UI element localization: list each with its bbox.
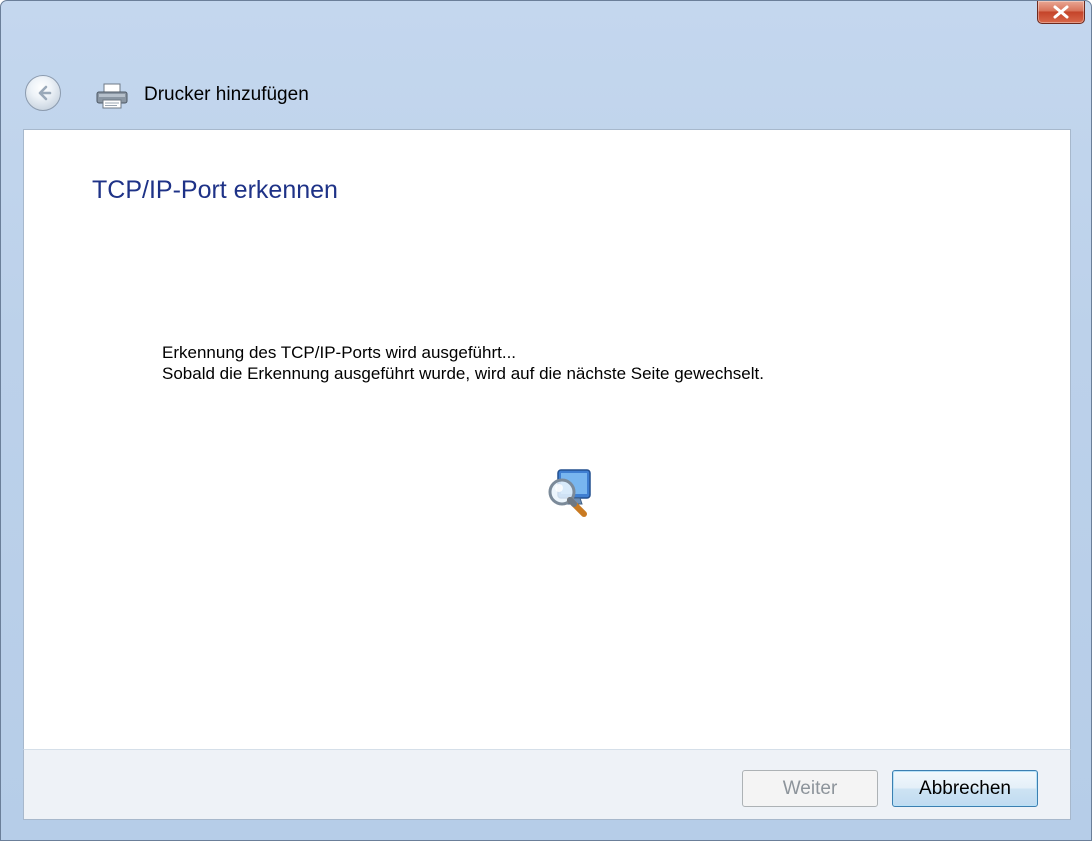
back-arrow-icon: [38, 85, 52, 101]
status-line-1: Erkennung des TCP/IP-Ports wird ausgefüh…: [162, 343, 517, 362]
back-button[interactable]: [25, 75, 61, 111]
nav-row: Drucker hinzufügen: [1, 73, 1091, 117]
window-title: Drucker hinzufügen: [144, 84, 309, 105]
footer-bar: Weiter Abbrechen: [23, 749, 1071, 820]
close-button[interactable]: [1037, 1, 1085, 24]
status-line-2: Sobald die Erkennung ausgeführt wurde, w…: [162, 364, 764, 383]
next-button[interactable]: Weiter: [742, 770, 878, 807]
titlebar[interactable]: [1, 1, 1091, 61]
content-panel: TCP/IP-Port erkennen Erkennung des TCP/I…: [23, 129, 1071, 749]
network-search-icon: [548, 469, 591, 517]
printer-icon: [96, 83, 128, 109]
page-heading: TCP/IP-Port erkennen: [92, 176, 338, 204]
wizard-window: Drucker hinzufügen TCP/IP-Port erkennen …: [0, 0, 1092, 841]
status-text: Erkennung des TCP/IP-Ports wird ausgefüh…: [162, 342, 764, 384]
cancel-button[interactable]: Abbrechen: [892, 770, 1038, 807]
close-icon: [1053, 5, 1069, 19]
